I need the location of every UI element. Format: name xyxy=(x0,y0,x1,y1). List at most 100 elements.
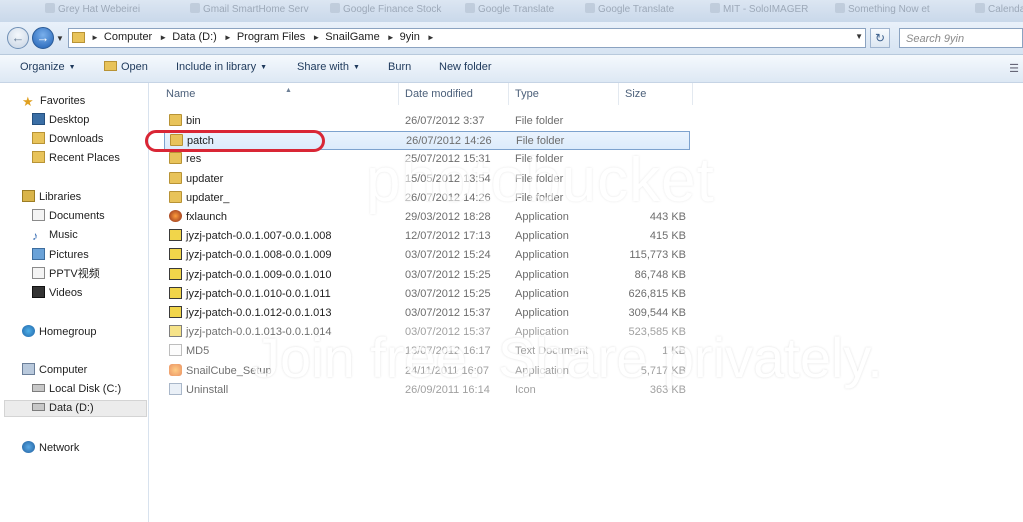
nav-label: Homegroup xyxy=(39,326,97,338)
share-with-label: Share with xyxy=(297,61,349,73)
breadcrumb-9yin[interactable]: 9yin xyxy=(400,31,420,43)
nav-network[interactable]: Network xyxy=(22,440,79,457)
file-row[interactable]: jyzj-patch-0.0.1.009-0.0.1.010 03/07/2012… xyxy=(164,266,690,285)
background-browser-tabs: Grey Hat Webeirei Gmail SmartHome Serv G… xyxy=(0,0,1023,22)
column-header-label: Name xyxy=(166,88,196,100)
new-folder-button[interactable]: New folder xyxy=(439,61,492,73)
nav-libraries[interactable]: Libraries xyxy=(22,189,81,206)
documents-icon xyxy=(32,209,45,221)
new-folder-label: New folder xyxy=(439,61,492,73)
computer-icon xyxy=(22,363,35,375)
nav-videos[interactable]: Videos xyxy=(32,285,82,302)
file-name: res xyxy=(186,153,202,166)
file-row[interactable]: jyzj-patch-0.0.1.010-0.0.1.011 03/07/2012… xyxy=(164,285,690,304)
browser-tab[interactable]: MIT - SoloIMAGER xyxy=(710,3,808,18)
file-size-cell: 86,748 KB xyxy=(634,268,686,281)
nav-label: Data (D:) xyxy=(49,402,94,414)
browser-tab[interactable]: Google Translate xyxy=(585,3,674,18)
column-header-label: Date modified xyxy=(405,88,473,100)
burn-button[interactable]: Burn xyxy=(388,61,411,73)
file-row[interactable]: jyzj-patch-0.0.1.007-0.0.1.008 12/07/2012… xyxy=(164,227,690,246)
network-icon xyxy=(22,441,35,453)
folder-icon xyxy=(169,114,182,126)
patch-app-icon xyxy=(169,248,182,261)
file-name-cell: jyzj-patch-0.0.1.008-0.0.1.009 xyxy=(169,246,332,265)
include-in-library-menu[interactable]: Include in library ▼ xyxy=(176,61,267,73)
column-header-size[interactable]: Size xyxy=(619,83,693,105)
share-with-menu[interactable]: Share with ▼ xyxy=(297,61,360,73)
library-folder-icon xyxy=(32,267,45,279)
breadcrumb-computer[interactable]: Computer xyxy=(104,31,152,43)
breadcrumb: ► Computer ► Data (D:) ► Program Files ► Sna… xyxy=(91,31,440,43)
breadcrumb-program-files[interactable]: Program Files xyxy=(237,31,305,43)
change-view-icon[interactable]: ☰ xyxy=(1009,62,1019,75)
recent-places-icon xyxy=(32,151,45,163)
file-type-cell: Application xyxy=(515,249,569,262)
file-date-cell: 03/07/2012 15:24 xyxy=(405,249,491,262)
recent-pages-dropdown-icon[interactable]: ▼ xyxy=(56,34,64,43)
nav-pptv[interactable]: PPTV视频 xyxy=(32,266,100,283)
nav-downloads[interactable]: Downloads xyxy=(32,131,103,148)
chevron-right-icon[interactable]: ► xyxy=(159,33,167,42)
desktop-icon xyxy=(32,113,45,125)
forward-button[interactable]: → xyxy=(32,27,54,49)
nav-pictures[interactable]: Pictures xyxy=(32,247,89,264)
browser-tab[interactable]: Gmail SmartHome Serv xyxy=(190,3,309,18)
file-row[interactable]: jyzj-patch-0.0.1.008-0.0.1.009 03/07/2012… xyxy=(164,246,690,265)
chevron-right-icon[interactable]: ► xyxy=(427,33,435,42)
file-date-cell: 03/07/2012 15:25 xyxy=(405,268,491,281)
address-history-dropdown-icon[interactable]: ▼ xyxy=(855,32,863,41)
column-header-date[interactable]: Date modified xyxy=(399,83,509,105)
homegroup-icon xyxy=(22,325,35,337)
chevron-right-icon[interactable]: ► xyxy=(312,33,320,42)
column-header-type[interactable]: Type xyxy=(509,83,619,105)
videos-icon xyxy=(32,286,45,298)
nav-computer[interactable]: Computer xyxy=(22,362,87,379)
folder-icon xyxy=(72,32,85,43)
nav-desktop[interactable]: Desktop xyxy=(32,112,89,129)
address-bar[interactable]: ► Computer ► Data (D:) ► Program Files ► Sna… xyxy=(68,28,866,48)
watermark-tagline: Join free. Share privately. xyxy=(252,326,883,389)
file-row[interactable]: bin 26/07/2012 3:37 File folder xyxy=(164,112,690,131)
file-type-cell: Application xyxy=(515,287,569,300)
file-name-cell: fxlaunch xyxy=(169,208,227,227)
chevron-right-icon[interactable]: ► xyxy=(91,33,99,42)
search-input[interactable] xyxy=(904,30,1003,48)
file-date-cell: 12/07/2012 17:13 xyxy=(405,230,491,243)
nav-documents[interactable]: Documents xyxy=(32,208,105,225)
chevron-right-icon[interactable]: ► xyxy=(387,33,395,42)
breadcrumb-snailgame[interactable]: SnailGame xyxy=(325,31,379,43)
nav-label: Music xyxy=(49,229,78,241)
folder-icon xyxy=(169,190,182,203)
browser-tab[interactable]: Something Now et xyxy=(835,3,930,18)
refresh-button[interactable]: ↻ xyxy=(870,28,890,48)
file-name: jyzj-patch-0.0.1.012-0.0.1.013 xyxy=(186,307,332,319)
nav-recent-places[interactable]: Recent Places xyxy=(32,150,120,167)
file-size-cell: 415 KB xyxy=(649,230,686,243)
browser-tab[interactable]: Google Finance Stock xyxy=(330,3,441,18)
back-button[interactable]: ← xyxy=(7,27,29,49)
chevron-down-icon: ▼ xyxy=(352,64,360,71)
breadcrumb-data-d[interactable]: Data (D:) xyxy=(172,31,217,43)
organize-menu[interactable]: Organize ▼ xyxy=(20,61,76,73)
nav-music[interactable]: ♪ Music xyxy=(32,227,78,244)
nav-label: Network xyxy=(39,442,80,454)
nav-homegroup[interactable]: Homegroup xyxy=(22,324,96,341)
nav-data-d[interactable]: Data (D:) xyxy=(4,400,147,417)
file-name: bin xyxy=(186,115,201,127)
patch-app-icon xyxy=(169,286,182,299)
burn-label: Burn xyxy=(388,61,412,73)
file-name: jyzj-patch-0.0.1.009-0.0.1.010 xyxy=(186,268,332,281)
open-button[interactable]: Open xyxy=(104,61,148,73)
command-toolbar: Organize ▼ Open Include in library ▼ Share… xyxy=(0,55,1023,83)
nav-label: Libraries xyxy=(39,191,82,203)
file-size-cell: 626,815 KB xyxy=(628,287,687,300)
column-header-name[interactable]: Name ▲ xyxy=(160,83,399,105)
nav-local-disk-c[interactable]: Local Disk (C:) xyxy=(32,381,121,398)
search-box[interactable] xyxy=(899,28,1023,48)
nav-favorites[interactable]: ★ Favorites xyxy=(22,93,85,110)
browser-tab[interactable]: Google Translate xyxy=(465,3,554,18)
browser-tab[interactable]: Calendar xyxy=(975,3,1023,18)
chevron-right-icon[interactable]: ► xyxy=(224,33,232,42)
browser-tab[interactable]: Grey Hat Webeirei xyxy=(45,3,140,18)
